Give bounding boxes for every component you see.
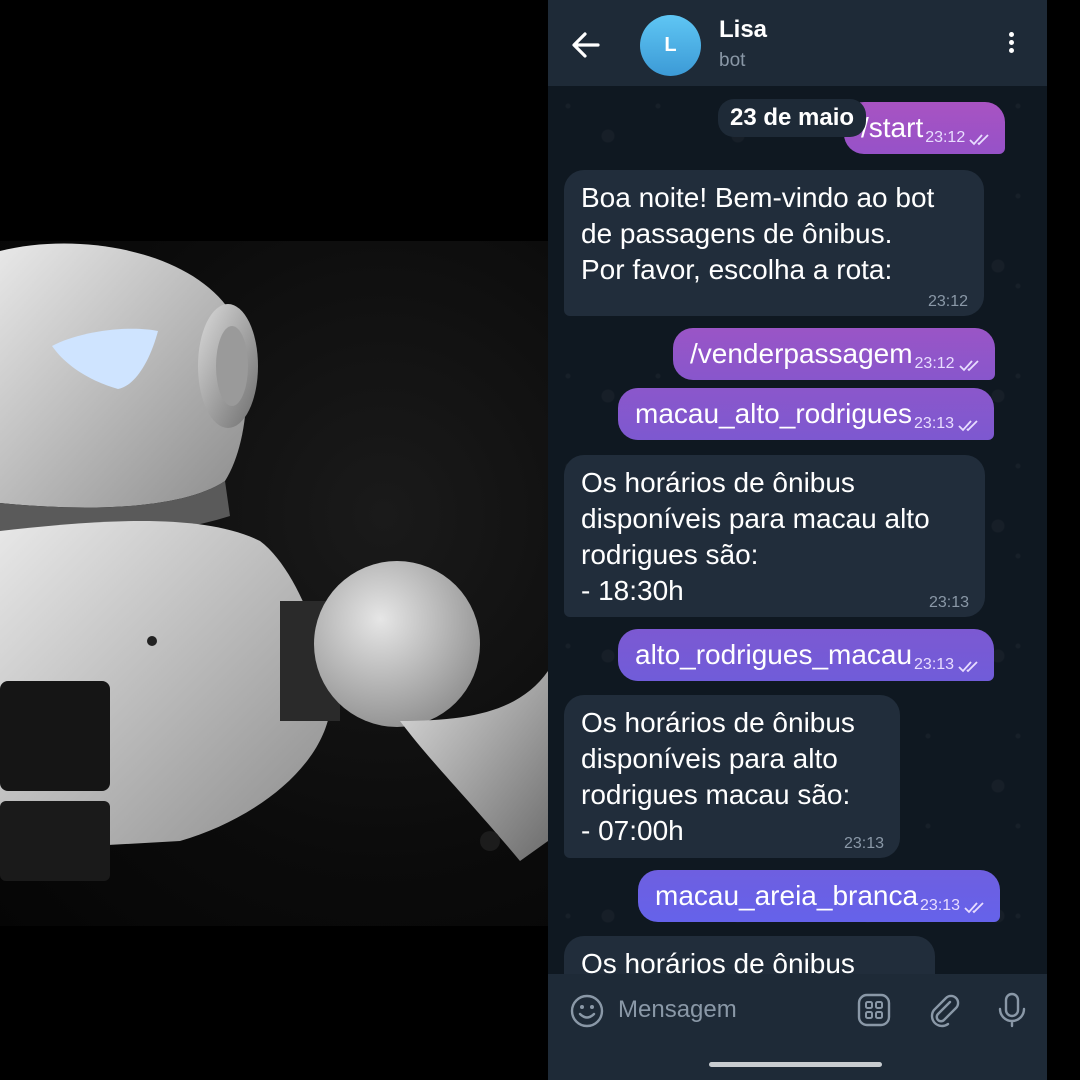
back-arrow-icon[interactable] xyxy=(570,30,602,60)
message-time: 23:13 xyxy=(928,594,969,611)
message-time: 23:12 xyxy=(914,355,955,372)
message-input[interactable]: Mensagem xyxy=(618,996,838,1024)
double-check-icon xyxy=(958,360,979,372)
smiley-icon[interactable] xyxy=(570,994,604,1028)
message-text: /venderpassagem xyxy=(690,338,913,369)
chat-header: L Lisa bot xyxy=(548,0,1047,86)
message-time: 23:12 xyxy=(925,129,966,146)
chat-title[interactable]: Lisa xyxy=(719,16,767,44)
grid-icon[interactable] xyxy=(856,992,892,1028)
message-text: Os horários de ônibus xyxy=(581,948,855,974)
background-strip xyxy=(1047,0,1080,1080)
outgoing-message[interactable]: macau_areia_branca 23:13 xyxy=(638,870,1001,922)
avatar[interactable]: L xyxy=(640,15,701,76)
kebab-menu-icon[interactable] xyxy=(1003,30,1019,60)
message-composer: Mensagem xyxy=(548,974,1047,1080)
chat-subtitle: bot xyxy=(719,50,746,71)
telegram-chat-screen: L Lisa bot /start 23:12 23 de maio Boa n… xyxy=(548,0,1047,1080)
message-list[interactable]: /start 23:12 23 de maio Boa noite! Bem-v… xyxy=(548,86,1047,974)
message-text: Os horários de ônibus disponíveis para a… xyxy=(581,707,855,846)
message-time: 23:13 xyxy=(914,415,955,432)
incoming-message[interactable]: Os horários de ônibus xyxy=(564,936,935,974)
outgoing-message[interactable]: alto_rodrigues_macau 23:13 xyxy=(618,629,995,681)
message-time: 23:12 xyxy=(927,293,968,310)
paperclip-icon[interactable] xyxy=(926,992,962,1028)
message-text: macau_areia_branca xyxy=(655,880,919,911)
date-separator: 23 de maio xyxy=(718,99,867,137)
microphone-icon[interactable] xyxy=(994,992,1030,1028)
incoming-message[interactable]: Os horários de ônibus disponíveis para a… xyxy=(564,695,900,858)
outgoing-message[interactable]: macau_alto_rodrigues 23:13 xyxy=(618,388,995,440)
double-check-icon xyxy=(958,420,978,432)
robot-photo xyxy=(0,241,548,926)
outgoing-message[interactable]: /start 23:12 xyxy=(844,102,1006,154)
message-time: 23:13 xyxy=(920,897,961,914)
message-text: Os horários de ônibus disponíveis para m… xyxy=(581,467,930,606)
incoming-message[interactable]: Os horários de ônibus disponíveis para m… xyxy=(564,455,985,617)
double-check-icon xyxy=(964,902,984,914)
message-text: /start xyxy=(861,112,924,143)
message-time: 23:13 xyxy=(914,656,955,673)
double-check-icon xyxy=(958,661,978,673)
message-text: Boa noite! Bem-vindo ao bot de passagens… xyxy=(581,182,935,285)
double-check-icon xyxy=(969,134,989,146)
message-text: alto_rodrigues_macau xyxy=(635,639,913,670)
robot-illustration xyxy=(0,243,548,881)
message-time: 23:13 xyxy=(843,835,884,852)
incoming-message[interactable]: Boa noite! Bem-vindo ao bot de passagens… xyxy=(564,170,984,316)
outgoing-message[interactable]: /venderpassagem 23:12 xyxy=(673,328,995,380)
home-indicator[interactable] xyxy=(709,1062,882,1067)
message-text: macau_alto_rodrigues xyxy=(635,398,913,429)
